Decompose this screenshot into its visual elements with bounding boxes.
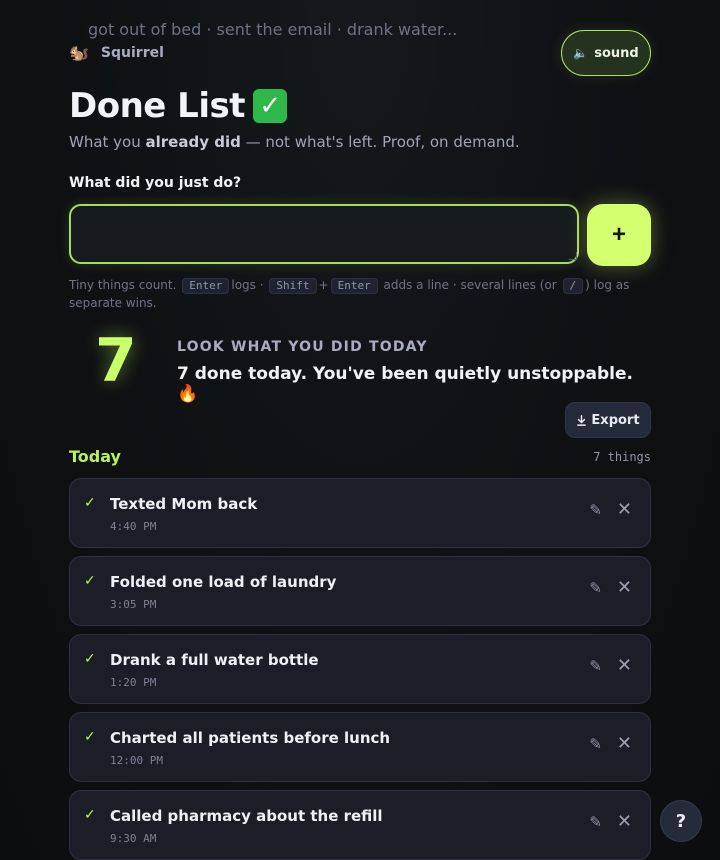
pencil-icon[interactable]: ✎ [589, 657, 602, 675]
item-text: Texted Mom back [110, 495, 258, 513]
item-time: 12:00 PM [110, 754, 163, 767]
subtitle-emphasis: already did [145, 133, 241, 151]
export-button[interactable]: Export [565, 402, 651, 438]
top-bar: 🐿️ Squirrel 🔈 sound [69, 30, 651, 76]
kbd-slash: / [562, 278, 584, 294]
hint-text: logs · [231, 278, 264, 292]
close-icon[interactable]: ✕ [617, 499, 632, 520]
brand-name: Squirrel [100, 45, 164, 61]
export-label: Export [591, 412, 640, 428]
list-item: ✓ Called pharmacy about the refill 9:30 … [69, 790, 651, 860]
help-button[interactable]: ? [660, 800, 702, 842]
pencil-icon[interactable]: ✎ [589, 579, 602, 597]
stats-kicker: LOOK WHAT YOU DID TODAY [177, 339, 428, 355]
pencil-icon[interactable]: ✎ [589, 735, 602, 753]
brand: 🐿️ Squirrel [69, 43, 164, 63]
item-text: Folded one load of laundry [110, 573, 337, 591]
done-count: 7 [95, 326, 137, 396]
check-icon: ✓ [84, 495, 96, 511]
check-icon: ✓ [84, 729, 96, 745]
hint-text: adds a line · several lines (or [383, 278, 557, 292]
subtitle-part: — not what's left. Proof, on demand. [240, 133, 520, 151]
check-mark-icon: ✓ [253, 89, 287, 123]
item-time: 1:20 PM [110, 676, 157, 689]
close-icon[interactable]: ✕ [617, 577, 632, 598]
done-entry-input[interactable] [69, 204, 579, 264]
entry-label: What did you just do? [69, 175, 242, 191]
section-count: 7 things [593, 450, 651, 464]
item-text: Called pharmacy about the refill [110, 807, 383, 825]
sound-label: sound [594, 45, 639, 61]
download-icon [577, 414, 587, 426]
check-icon: ✓ [84, 651, 96, 667]
squirrel-icon: 🐿️ [69, 43, 89, 62]
pencil-icon[interactable]: ✎ [589, 813, 602, 831]
item-time: 4:40 PM [110, 520, 157, 533]
list-item: ✓ Drank a full water bottle 1:20 PM ✎ ✕ [69, 634, 651, 704]
hint-text: Tiny things count. [69, 278, 177, 292]
input-hint: Tiny things count. Enter logs · Shift + Ent… [69, 276, 651, 312]
pencil-icon[interactable]: ✎ [589, 501, 602, 519]
list-item: ✓ Texted Mom back 4:40 PM ✎ ✕ [69, 478, 651, 548]
add-entry-button[interactable]: + [587, 204, 651, 266]
kbd-shift: Shift [269, 278, 317, 294]
close-icon[interactable]: ✕ [617, 655, 632, 676]
section-title: Today [69, 447, 121, 466]
hint-plus: + [318, 278, 329, 292]
close-icon[interactable]: ✕ [617, 811, 632, 832]
resize-handle[interactable] [569, 252, 577, 260]
kbd-enter: Enter [182, 278, 230, 294]
kbd-enter: Enter [330, 278, 378, 294]
page-title: Done List ✓ [69, 86, 287, 126]
speaker-muted-icon: 🔈 [573, 46, 589, 60]
check-icon: ✓ [84, 573, 96, 589]
page-title-text: Done List [69, 86, 246, 126]
list-item: ✓ Folded one load of laundry 3:05 PM ✎ ✕ [69, 556, 651, 626]
list-item: ✓ Charted all patients before lunch 12:0… [69, 712, 651, 782]
item-text: Drank a full water bottle [110, 651, 319, 669]
check-icon: ✓ [84, 807, 96, 823]
sound-toggle-button[interactable]: 🔈 sound [561, 30, 651, 76]
item-time: 3:05 PM [110, 598, 157, 611]
page-subtitle: What you already did — not what's left. … [69, 133, 520, 151]
item-text: Charted all patients before lunch [110, 729, 391, 747]
item-time: 9:30 AM [110, 832, 157, 845]
close-icon[interactable]: ✕ [617, 733, 632, 754]
subtitle-part: What you [69, 133, 146, 151]
stats-summary: 7 done today. You've been quietly unstop… [177, 364, 633, 404]
